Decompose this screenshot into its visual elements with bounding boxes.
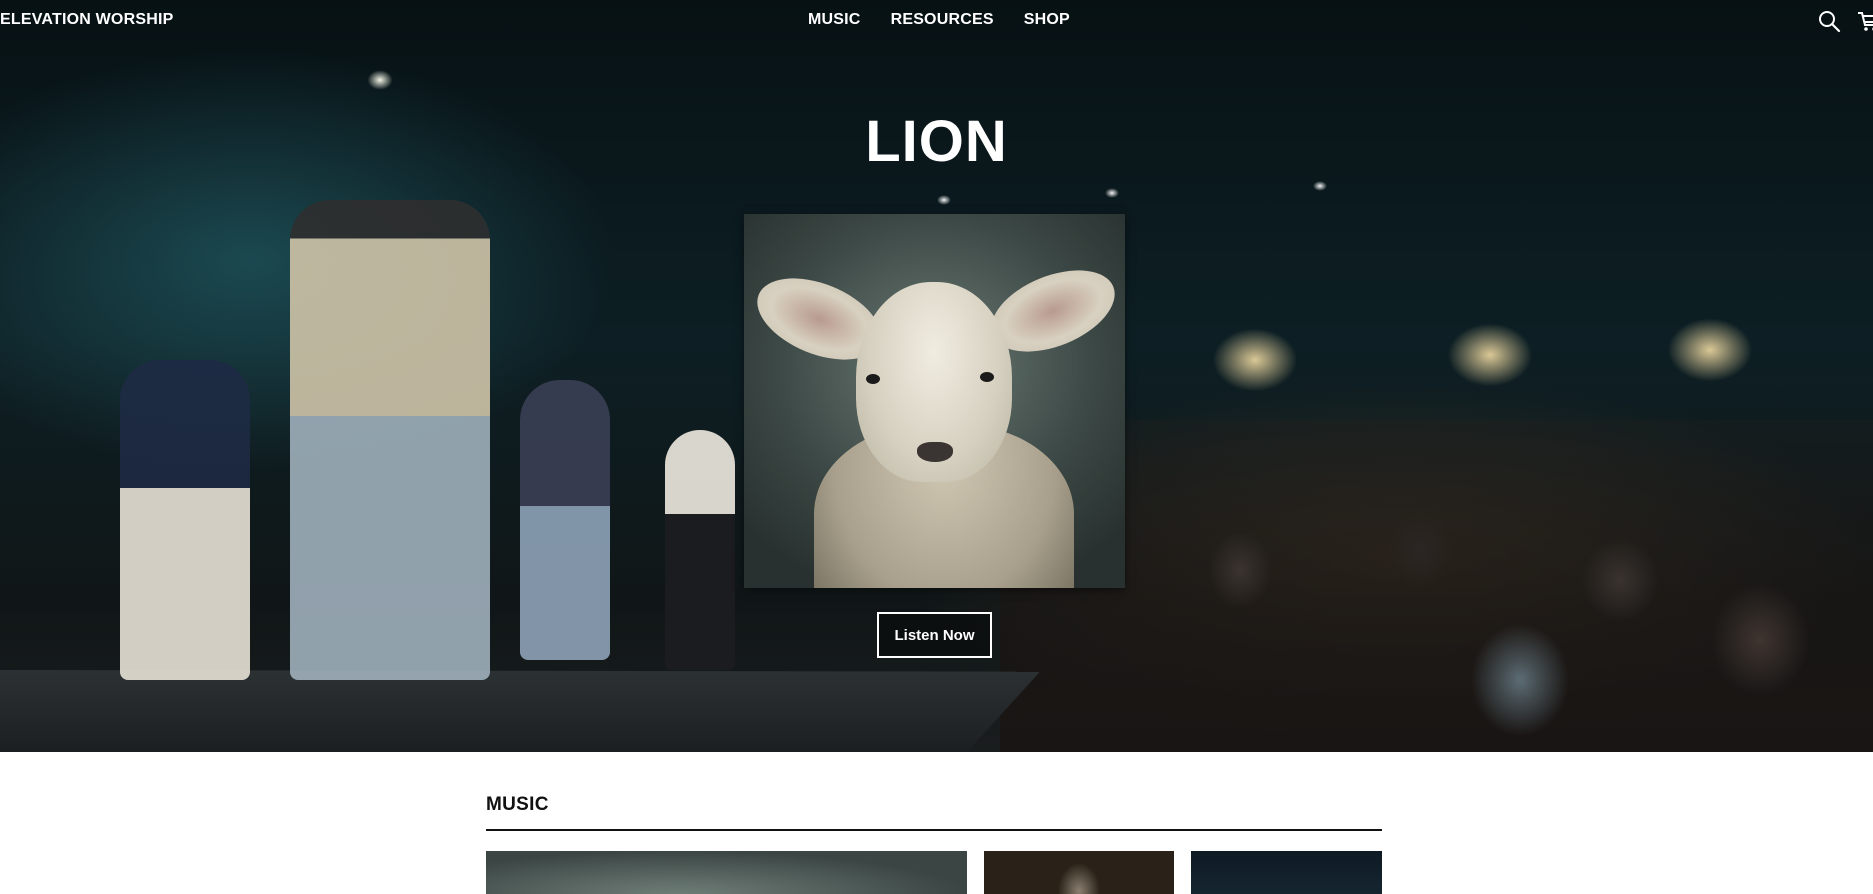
cart-icon[interactable] xyxy=(1857,9,1873,33)
nav-link-shop[interactable]: SHOP xyxy=(1024,11,1070,29)
listen-now-button[interactable]: Listen Now xyxy=(877,612,992,658)
search-icon[interactable] xyxy=(1817,9,1841,33)
lamb-nose xyxy=(917,442,953,462)
nav-link-music[interactable]: MUSIC xyxy=(808,11,861,29)
music-card-image[interactable] xyxy=(486,851,967,894)
brand-logo[interactable]: ELEVATION WORSHIP xyxy=(0,11,173,29)
performer-figure xyxy=(120,360,250,680)
music-section-title: MUSIC xyxy=(486,794,549,815)
lamb-right-eye xyxy=(980,372,994,382)
nav-link-resources[interactable]: RESOURCES xyxy=(891,11,994,29)
performer-figure xyxy=(520,380,610,660)
music-card-image[interactable] xyxy=(1191,851,1382,894)
stage-floor xyxy=(0,670,1040,752)
lamb-left-eye xyxy=(866,374,880,384)
hero-title: LION xyxy=(865,109,1008,174)
section-divider xyxy=(486,829,1382,831)
hero-banner: ELEVATION WORSHIP MUSIC RESOURCES SHOP L… xyxy=(0,0,1873,752)
crowd-background xyxy=(1000,420,1873,752)
performer-figure xyxy=(665,430,735,670)
main-menu: MUSIC RESOURCES SHOP xyxy=(808,11,1070,29)
album-cover-image[interactable] xyxy=(744,214,1125,588)
performer-figure xyxy=(290,200,490,680)
top-navigation: ELEVATION WORSHIP MUSIC RESOURCES SHOP xyxy=(0,0,1873,42)
music-card-image[interactable] xyxy=(984,851,1174,894)
